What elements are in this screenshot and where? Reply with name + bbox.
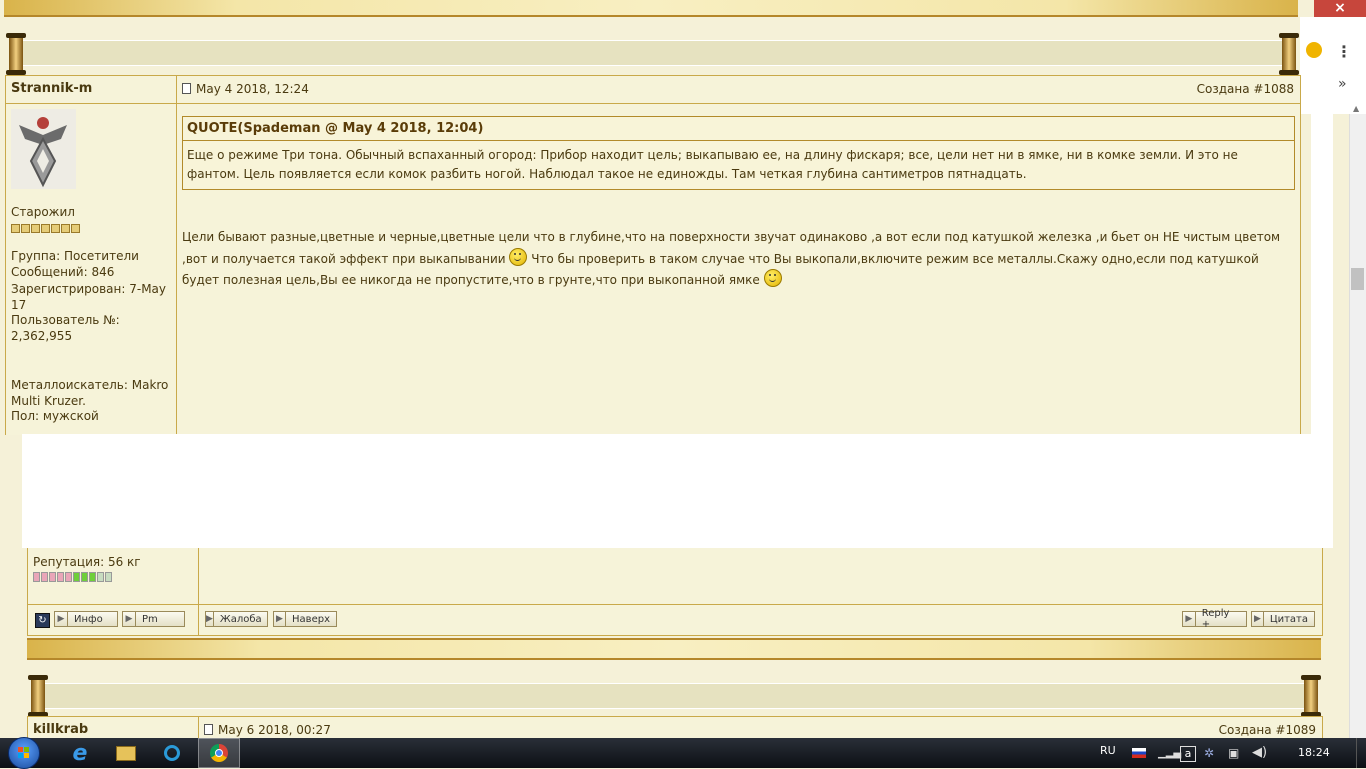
quote-text: Еще о режиме Три тона. Обычный вспаханны… bbox=[187, 148, 1238, 181]
user-messages: Сообщений: 846 bbox=[11, 265, 115, 279]
volume-icon[interactable]: ◀) bbox=[1252, 745, 1267, 760]
post-id[interactable]: Создана #1088 bbox=[1197, 82, 1294, 96]
scroll-up-arrow[interactable]: ▲ bbox=[1353, 104, 1359, 113]
reply-button-label: Reply + bbox=[1201, 608, 1230, 630]
ie-icon[interactable]: e bbox=[62, 738, 98, 768]
author-name-2[interactable]: killkrab bbox=[33, 722, 88, 737]
grin-smiley-icon bbox=[509, 247, 528, 266]
taskbar: e RU ▁▂▄ a ✲ ▣ ◀) 18:24 bbox=[0, 737, 1366, 769]
info-button-label: Инфо bbox=[74, 613, 103, 625]
user-group: Группа: Посетители bbox=[11, 249, 139, 263]
signal-icon[interactable]: ▁▂▄ bbox=[1158, 748, 1181, 759]
post-id-2[interactable]: Создана #1089 bbox=[1219, 723, 1316, 737]
user-registered: Зарегистрирован: 7-May 17 bbox=[11, 282, 167, 312]
quote-button[interactable]: ▶ Цитата bbox=[1251, 611, 1315, 627]
edge-browser-icon[interactable] bbox=[154, 738, 190, 768]
post-panel: Strannik-m May 4 2018, 12:24 Создана #10… bbox=[5, 75, 1301, 435]
complaint-button[interactable]: ▶ Жалоба bbox=[205, 611, 268, 627]
bookmarks-more-button[interactable]: » bbox=[1338, 76, 1347, 92]
scrollbar-thumb[interactable] bbox=[1351, 268, 1364, 290]
post-button-row: ↻ ▶ Инфо ▶ Pm ▶ Жалоба ▶ Наверх ▶ Reply + ▶ Ци… bbox=[27, 604, 1323, 636]
post-body: Цели бывают разные,цветные и черные,цвет… bbox=[182, 228, 1296, 291]
tray-settings-icon[interactable]: ✲ bbox=[1204, 746, 1214, 760]
post-date: May 4 2018, 12:24 bbox=[182, 82, 309, 96]
show-desktop-button[interactable] bbox=[1356, 738, 1366, 768]
quote-box: QUOTE(Spademan @ May 4 2018, 12:04) Еще … bbox=[182, 116, 1295, 190]
author-name[interactable]: Strannik-m bbox=[11, 81, 92, 96]
post-icon-2 bbox=[204, 724, 213, 735]
browser-side-strip bbox=[1300, 17, 1366, 114]
user-detector: Металлоискатель: Makro Multi Kruzer. bbox=[11, 378, 169, 408]
info-button[interactable]: ▶ Инфо bbox=[54, 611, 118, 627]
left-pillar-icon bbox=[6, 33, 26, 75]
post-separator-band bbox=[14, 40, 1294, 66]
user-gender: Пол: мужской bbox=[11, 409, 99, 423]
post-icon bbox=[182, 83, 191, 94]
smile-smiley-icon bbox=[763, 269, 782, 287]
russia-flag-icon[interactable] bbox=[1132, 748, 1146, 758]
top-gold-bar bbox=[4, 0, 1298, 17]
quote-title: QUOTE(Spademan @ May 4 2018, 12:04) bbox=[183, 117, 1294, 141]
user-rank: Старожил bbox=[11, 205, 75, 219]
refresh-icon[interactable]: ↻ bbox=[35, 613, 50, 628]
post-date-2: May 6 2018, 00:27 bbox=[204, 723, 331, 737]
reply-button[interactable]: ▶ Reply + bbox=[1182, 608, 1247, 630]
explorer-folder-icon[interactable] bbox=[108, 738, 144, 768]
network-icon[interactable]: ▣ bbox=[1228, 746, 1239, 760]
quote-button-label: Цитата bbox=[1269, 613, 1308, 625]
right-pillar-icon-2 bbox=[1301, 675, 1321, 717]
post-panel-lower: Репутация: 56 кг bbox=[27, 548, 1323, 605]
chrome-icon[interactable] bbox=[198, 738, 240, 768]
user-number: 2,362,955 bbox=[11, 329, 73, 343]
post-separator-band-2 bbox=[36, 683, 1316, 709]
top-button[interactable]: ▶ Наверх bbox=[273, 611, 337, 627]
user-number-label: Пользователь №: bbox=[11, 313, 120, 327]
browser-menu-button[interactable]: ⋮ bbox=[1336, 42, 1352, 61]
top-button-label: Наверх bbox=[292, 613, 330, 625]
rank-stars bbox=[11, 222, 81, 233]
clock[interactable]: 18:24 bbox=[1298, 746, 1330, 759]
pm-button-label: Pm bbox=[142, 613, 158, 625]
avatar bbox=[11, 109, 76, 189]
post-date-2-text: May 6 2018, 00:27 bbox=[218, 723, 331, 737]
post-date-text: May 4 2018, 12:24 bbox=[196, 82, 309, 96]
reputation-bar bbox=[33, 571, 113, 585]
amazon-icon[interactable]: a bbox=[1180, 746, 1196, 762]
right-pillar-icon bbox=[1279, 33, 1299, 75]
extension-icon[interactable] bbox=[1306, 42, 1322, 58]
blank-overlay-lower bbox=[22, 434, 1333, 548]
page-scrollbar[interactable] bbox=[1349, 114, 1366, 738]
start-button[interactable] bbox=[4, 737, 44, 769]
language-indicator[interactable]: RU bbox=[1100, 744, 1116, 757]
pm-button[interactable]: ▶ Pm bbox=[122, 611, 185, 627]
user-reputation[interactable]: Репутация: 56 кг bbox=[33, 555, 141, 569]
browser-close-button[interactable]: × bbox=[1314, 0, 1366, 17]
post-divider-gold-bar bbox=[27, 638, 1321, 660]
left-pillar-icon-2 bbox=[28, 675, 48, 717]
complaint-button-label: Жалоба bbox=[219, 613, 262, 625]
